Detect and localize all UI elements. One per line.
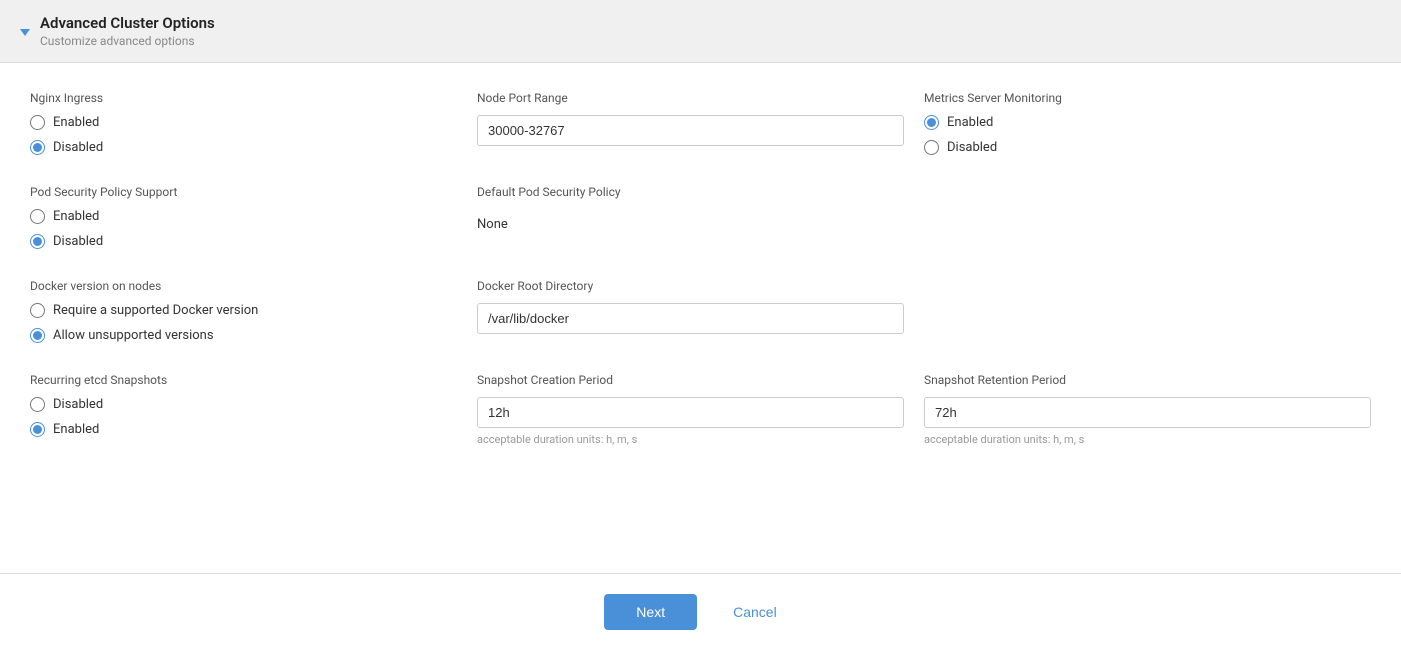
radio-item-docker-version-allow-unsupported-versions[interactable]: Allow unsupported versions <box>30 328 457 343</box>
col-default-pod-security-policy: Default Pod Security Policy None <box>477 185 924 249</box>
hint-snapshot-creation: acceptable duration units: h, m, s <box>477 433 904 446</box>
col-nginx-ingress: Nginx Ingress Enabled Disabled <box>30 91 477 155</box>
input-node-port-range[interactable] <box>477 115 904 146</box>
radio-input-docker-version-allow-unsupported-versions[interactable] <box>30 328 45 343</box>
label-nginx-ingress: Nginx Ingress <box>30 91 457 105</box>
radio-label-disabled: Disabled <box>53 397 103 412</box>
label-default-pod-security-policy: Default Pod Security Policy <box>477 185 904 199</box>
radio-item-recurring-etcd-disabled[interactable]: Disabled <box>30 397 457 412</box>
radio-label-disabled: Disabled <box>947 140 997 155</box>
next-button[interactable]: Next <box>604 594 697 630</box>
radio-input-docker-version-require-a-supported-docker-version[interactable] <box>30 303 45 318</box>
input-snapshot-creation[interactable] <box>477 397 904 428</box>
col-snapshot-creation: Snapshot Creation Period acceptable durat… <box>477 373 924 446</box>
radio-label-require-a-supported-docker-version: Require a supported Docker version <box>53 303 258 318</box>
radio-group-metrics-server: Enabled Disabled <box>924 115 1371 155</box>
radio-item-docker-version-require-a-supported-docker-version[interactable]: Require a supported Docker version <box>30 303 457 318</box>
radio-item-pod-security-policy-disabled[interactable]: Disabled <box>30 234 457 249</box>
radio-item-metrics-server-disabled[interactable]: Disabled <box>924 140 1371 155</box>
label-snapshot-retention: Snapshot Retention Period <box>924 373 1371 387</box>
section-header: Advanced Cluster Options Customize advan… <box>0 0 1401 63</box>
footer: Next Cancel <box>0 574 1401 650</box>
options-row: Recurring etcd Snapshots Disabled Enabled S… <box>30 373 1371 446</box>
label-snapshot-creation: Snapshot Creation Period <box>477 373 904 387</box>
input-docker-root-dir[interactable] <box>477 303 904 334</box>
label-docker-root-dir: Docker Root Directory <box>477 279 904 293</box>
hint-snapshot-retention: acceptable duration units: h, m, s <box>924 433 1371 446</box>
label-pod-security-policy: Pod Security Policy Support <box>30 185 457 199</box>
col-recurring-etcd: Recurring etcd Snapshots Disabled Enabled <box>30 373 477 446</box>
options-row: Nginx Ingress Enabled Disabled Node Port Ra… <box>30 91 1371 155</box>
radio-label-enabled: Enabled <box>53 115 99 130</box>
radio-input-nginx-ingress-disabled[interactable] <box>30 140 45 155</box>
radio-label-enabled: Enabled <box>53 209 99 224</box>
radio-input-recurring-etcd-disabled[interactable] <box>30 397 45 412</box>
radio-input-metrics-server-enabled[interactable] <box>924 115 939 130</box>
radio-input-metrics-server-disabled[interactable] <box>924 140 939 155</box>
radio-input-nginx-ingress-enabled[interactable] <box>30 115 45 130</box>
label-docker-version: Docker version on nodes <box>30 279 457 293</box>
collapse-icon[interactable] <box>20 29 30 36</box>
page-wrapper: Advanced Cluster Options Customize advan… <box>0 0 1401 650</box>
radio-label-enabled: Enabled <box>947 115 993 130</box>
radio-group-docker-version: Require a supported Docker version Allow … <box>30 303 457 343</box>
col-docker-version: Docker version on nodes Require a support… <box>30 279 477 343</box>
radio-item-nginx-ingress-disabled[interactable]: Disabled <box>30 140 457 155</box>
label-recurring-etcd: Recurring etcd Snapshots <box>30 373 457 387</box>
col-docker-root-dir: Docker Root Directory <box>477 279 924 343</box>
col-empty2 <box>924 279 1371 343</box>
radio-group-nginx-ingress: Enabled Disabled <box>30 115 457 155</box>
radio-input-pod-security-policy-enabled[interactable] <box>30 209 45 224</box>
radio-group-recurring-etcd: Disabled Enabled <box>30 397 457 437</box>
radio-label-allow-unsupported-versions: Allow unsupported versions <box>53 328 214 343</box>
options-row: Pod Security Policy Support Enabled Disabl… <box>30 185 1371 249</box>
radio-label-disabled: Disabled <box>53 234 103 249</box>
radio-item-pod-security-policy-enabled[interactable]: Enabled <box>30 209 457 224</box>
radio-input-pod-security-policy-disabled[interactable] <box>30 234 45 249</box>
section-subtitle: Customize advanced options <box>40 34 215 48</box>
radio-input-recurring-etcd-enabled[interactable] <box>30 422 45 437</box>
input-snapshot-retention[interactable] <box>924 397 1371 428</box>
radio-group-pod-security-policy: Enabled Disabled <box>30 209 457 249</box>
section-title-group: Advanced Cluster Options Customize advan… <box>40 14 215 48</box>
section-title: Advanced Cluster Options <box>40 14 215 32</box>
radio-item-nginx-ingress-enabled[interactable]: Enabled <box>30 115 457 130</box>
radio-item-recurring-etcd-enabled[interactable]: Enabled <box>30 422 457 437</box>
main-content: Nginx Ingress Enabled Disabled Node Port Ra… <box>0 63 1401 574</box>
col-metrics-server: Metrics Server Monitoring Enabled Disabled <box>924 91 1371 155</box>
label-node-port-range: Node Port Range <box>477 91 904 105</box>
col-node-port-range: Node Port Range <box>477 91 924 155</box>
col-empty1 <box>924 185 1371 249</box>
radio-label-disabled: Disabled <box>53 140 103 155</box>
static-value-default-pod-security-policy: None <box>477 209 904 240</box>
options-row: Docker version on nodes Require a support… <box>30 279 1371 343</box>
radio-item-metrics-server-enabled[interactable]: Enabled <box>924 115 1371 130</box>
col-pod-security-policy: Pod Security Policy Support Enabled Disabl… <box>30 185 477 249</box>
cancel-button[interactable]: Cancel <box>713 594 797 630</box>
col-snapshot-retention: Snapshot Retention Period acceptable dura… <box>924 373 1371 446</box>
radio-label-enabled: Enabled <box>53 422 99 437</box>
label-metrics-server: Metrics Server Monitoring <box>924 91 1371 105</box>
